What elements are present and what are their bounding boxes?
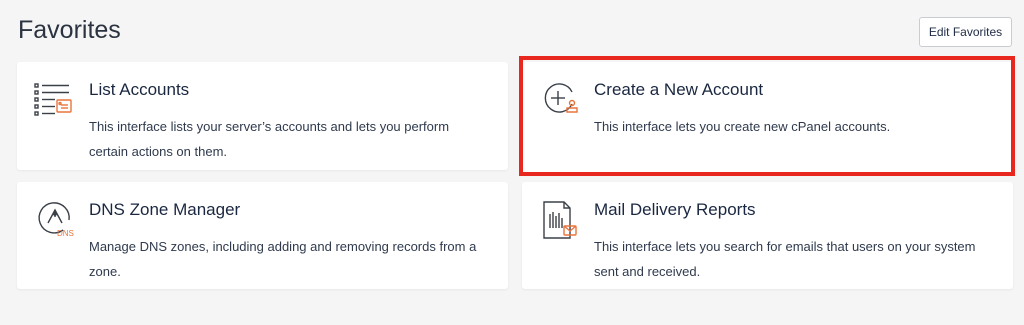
page-title: Favorites (18, 16, 121, 44)
card-description: Manage DNS zones, including adding and r… (89, 239, 477, 279)
list-accounts-icon (33, 78, 77, 122)
card-title: Create a New Account (594, 80, 764, 99)
card-list-accounts[interactable]: List Accounts This interface lists your … (17, 62, 508, 170)
create-account-icon (538, 78, 582, 122)
card-title: List Accounts (89, 80, 190, 99)
mail-report-icon (538, 198, 582, 242)
card-dns-zone-manager[interactable]: DNS DNS Zone Manager Manage DNS zones, i… (17, 182, 508, 289)
card-description: This interface lists your server’s accou… (89, 119, 450, 159)
favorites-page: Favorites Edit Favorites List Accounts T… (0, 0, 1024, 325)
card-mail-delivery-reports[interactable]: Mail Delivery Reports This interface let… (522, 182, 1013, 289)
card-title: Mail Delivery Reports (594, 200, 756, 219)
card-description: This interface lets you create new cPane… (594, 119, 891, 134)
card-description: This interface lets you search for email… (594, 239, 976, 279)
dns-zone-icon: DNS (33, 198, 77, 242)
dns-label: DNS (57, 229, 74, 238)
edit-favorites-button[interactable]: Edit Favorites (919, 17, 1012, 47)
card-create-account[interactable]: Create a New Account This interface lets… (522, 62, 1013, 174)
card-title: DNS Zone Manager (89, 200, 241, 219)
